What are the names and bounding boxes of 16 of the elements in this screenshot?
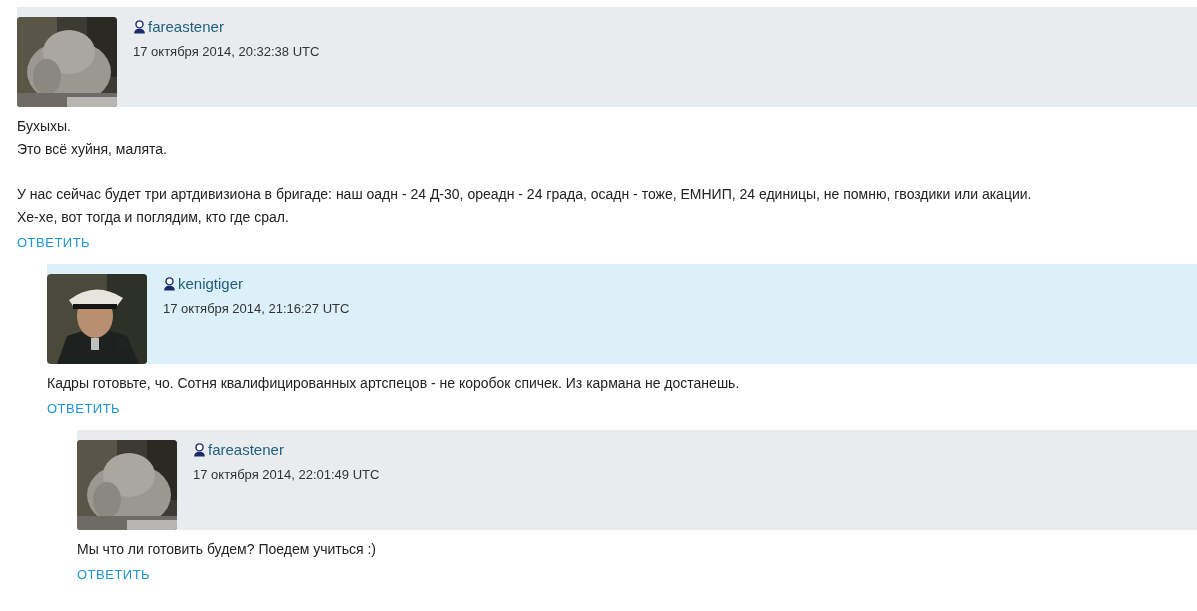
user-icon [133, 19, 146, 34]
username-link[interactable]: fareastener [148, 18, 224, 35]
user-icon [193, 442, 206, 457]
comment-date: 17 октября 2014, 22:01:49 UTC [193, 467, 380, 482]
username-link[interactable]: kenigtiger [178, 275, 244, 292]
reply-link[interactable]: ОТВЕТИТЬ [17, 235, 91, 250]
comment-text: Кадры готовьте, чо. Сотня квалифицированных артспецов - не коробок спичек. Из кармана не достанешь. [47, 374, 741, 393]
reply-link[interactable]: ОТВЕТИТЬ [77, 567, 151, 582]
comment-date: 17 октября 2014, 21:16:27 UTC [163, 301, 350, 316]
comment-text: Бухыхы. Это всё хуйня, малята. [17, 117, 168, 159]
username-link[interactable]: fareastener [208, 441, 284, 458]
user-icon [163, 276, 176, 291]
comment-date: 17 октября 2014, 20:32:38 UTC [133, 44, 320, 59]
comment-text: У нас сейчас будет три артдивизиона в бригаде: наш оадн - 24 Д-30, ореадн - 24 града, осадн - тоже, ЕМНИП, 24 единицы, не помню, гвоздики или акации. Хе-хе, вот тогда и поглядим, кто где срал. [17, 185, 1033, 227]
comment-text: Мы что ли готовить будем? Поедем учиться :) [77, 540, 378, 559]
reply-link[interactable]: ОТВЕТИТЬ [47, 401, 121, 416]
